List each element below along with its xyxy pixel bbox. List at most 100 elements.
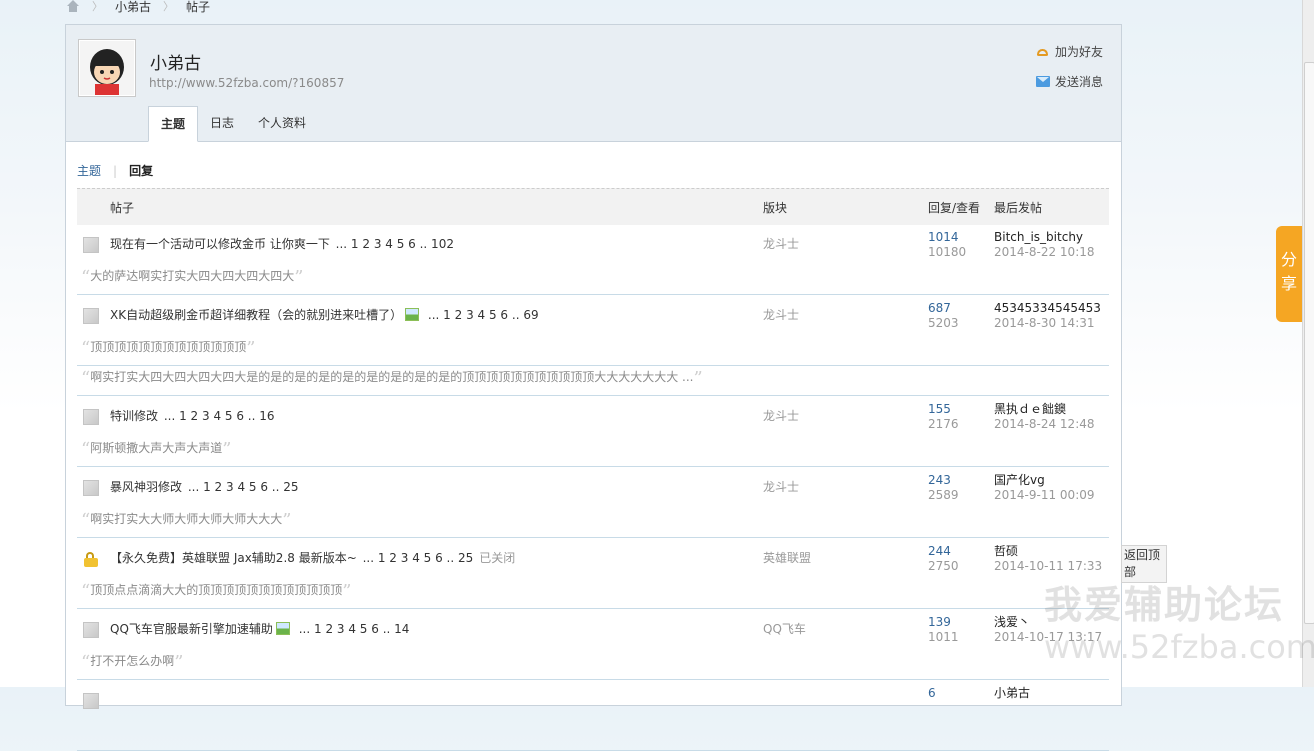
breadcrumb: 〉 小弟古 〉 帖子 — [66, 0, 210, 16]
home-icon[interactable] — [66, 0, 80, 12]
thread-row: 现在有一个活动可以修改金币 让你爽一下 ... 1 2 3 4 5 6 .. 1… — [77, 224, 1109, 295]
reply-quote-text: 阿斯顿撒大声大声大声道 — [90, 441, 223, 455]
last-post-user[interactable]: 哲硕 — [994, 544, 1102, 559]
last-post-time[interactable]: 2014-9-11 00:09 — [994, 488, 1095, 503]
subtab-threads[interactable]: 主题 — [77, 162, 101, 179]
reply-count[interactable]: 1014 — [928, 230, 966, 245]
last-post-time[interactable]: 2014-8-24 12:48 — [994, 417, 1095, 432]
last-post-time[interactable]: 2014-8-30 14:31 — [994, 316, 1101, 331]
header-post: 帖子 — [110, 201, 135, 215]
thread-title-link[interactable]: XK自动超级刷金币超详细教程（会的就别进来吐槽了） — [110, 308, 402, 322]
profile-url[interactable]: http://www.52fzba.com/?160857 — [149, 76, 344, 90]
tab-profile[interactable]: 个人资料 — [246, 106, 318, 140]
watermark-text: 我爱辅助论坛 — [1044, 583, 1285, 627]
thread-row: 特训修改 ... 1 2 3 4 5 6 .. 16 龙斗士 155 2176 黑执ｄｅ… — [77, 396, 1109, 467]
send-message-button[interactable]: 发送消息 — [1035, 73, 1103, 90]
share-label: 分享 — [1281, 250, 1298, 293]
reply-count[interactable]: 243 — [928, 473, 959, 488]
close-quote-icon: ” — [294, 267, 304, 288]
thread-title-link[interactable]: 暴风神羽修改 — [110, 480, 182, 494]
page-links[interactable]: ... 1 2 3 4 5 6 .. 14 — [299, 622, 410, 636]
view-count: 1011 — [928, 630, 959, 644]
thread-title-link[interactable]: 现在有一个活动可以修改金币 让你爽一下 — [110, 237, 330, 251]
reply-count[interactable]: 139 — [928, 615, 959, 630]
counts-cell: 6 — [928, 686, 936, 701]
last-post-user[interactable]: Bitch_is_bitchy — [994, 230, 1095, 245]
thread-icon — [83, 693, 99, 709]
forum-link[interactable]: 龙斗士 — [763, 235, 799, 252]
thread-title-link[interactable]: QQ飞车官服最新引擎加速辅助 — [110, 622, 273, 636]
tab-blog[interactable]: 日志 — [198, 106, 246, 140]
thread-row: 6 小弟古 — [77, 680, 1109, 751]
thread-title-link[interactable]: 特训修改 — [110, 409, 158, 423]
thread-title-cell: 特训修改 ... 1 2 3 4 5 6 .. 16 — [110, 407, 275, 424]
open-quote-icon: “ — [81, 652, 91, 673]
send-message-label: 发送消息 — [1054, 75, 1103, 89]
forum-link[interactable]: 龙斗士 — [763, 478, 799, 495]
reply-quote[interactable]: “啊实打实大四大四大四大四大是的是的是的是的是的是的是的是的是的顶顶顶顶顶顶顶顶… — [81, 368, 703, 389]
lock-icon — [83, 551, 99, 567]
add-friend-button[interactable]: 加为好友 — [1036, 43, 1103, 60]
reply-quote[interactable]: “顶顶点点滴滴大大的顶顶顶顶顶顶顶顶顶顶顶顶” — [81, 581, 351, 602]
profile-header: 小弟古 http://www.52fzba.com/?160857 加为好友 发… — [66, 25, 1121, 142]
open-quote-icon: “ — [81, 439, 91, 460]
page-links[interactable]: ... 1 2 3 4 5 6 .. 25 — [188, 480, 299, 494]
page-links[interactable]: ... 1 2 3 4 5 6 .. 102 — [336, 237, 454, 251]
header-counts: 回复/查看 — [928, 201, 981, 215]
header-last: 最后发帖 — [994, 201, 1043, 215]
reply-quote[interactable]: “大的萨达啊实打实大四大四大四大四大” — [81, 267, 303, 288]
open-quote-icon: “ — [81, 510, 91, 531]
profile-tabs: 主题 日志 个人资料 — [148, 106, 318, 142]
tab-threads[interactable]: 主题 — [148, 106, 199, 142]
scrollbar[interactable] — [1302, 0, 1314, 687]
thread-title-cell: 现在有一个活动可以修改金币 让你爽一下 ... 1 2 3 4 5 6 .. 1… — [110, 235, 454, 252]
open-quote-icon: “ — [81, 267, 91, 288]
thread-title-cell: 【永久免费】英雄联盟 Jax辅助2.8 最新版本~ ... 1 2 3 4 5 … — [110, 549, 515, 566]
handshake-icon — [1036, 46, 1050, 58]
counts-cell: 244 2750 — [928, 544, 959, 574]
view-count: 2176 — [928, 417, 959, 431]
last-post-time[interactable]: 2014-8-22 10:18 — [994, 245, 1095, 260]
view-count: 2750 — [928, 559, 959, 573]
last-post-cell: 45345334545453 2014-8-30 14:31 — [994, 301, 1101, 331]
reply-quote-text: 啊实打实大大师大师大师大师大大大 — [90, 512, 283, 526]
mail-icon — [1035, 76, 1050, 87]
last-post-time[interactable]: 2014-10-11 17:33 — [994, 559, 1102, 574]
reply-quote[interactable]: “啊实打实大大师大师大师大师大大大” — [81, 510, 291, 531]
subtab-replies[interactable]: 回复 — [129, 162, 153, 179]
forum-link[interactable]: 龙斗士 — [763, 306, 799, 323]
scrollbar-thumb[interactable] — [1304, 62, 1314, 624]
thread-icon — [83, 308, 99, 324]
page-links[interactable]: ... 1 2 3 4 5 6 .. 25 — [363, 551, 474, 565]
counts-cell: 243 2589 — [928, 473, 959, 503]
counts-cell: 139 1011 — [928, 615, 959, 645]
reply-quote[interactable]: “打不开怎么办啊” — [81, 652, 183, 673]
reply-quote[interactable]: “顶顶顶顶顶顶顶顶顶顶顶顶顶” — [81, 338, 255, 359]
forum-link[interactable]: 龙斗士 — [763, 407, 799, 424]
forum-link[interactable]: 英雄联盟 — [763, 549, 811, 566]
page-links[interactable]: ... 1 2 3 4 5 6 .. 69 — [428, 308, 539, 322]
header-forum: 版块 — [763, 201, 788, 215]
last-post-user[interactable]: 黑执ｄｅ飿鐭 — [994, 402, 1095, 417]
reply-count[interactable]: 155 — [928, 402, 959, 417]
page-links[interactable]: ... 1 2 3 4 5 6 .. 16 — [164, 409, 275, 423]
last-post-user[interactable]: 45345334545453 — [994, 301, 1101, 316]
forum-link[interactable]: QQ飞车 — [763, 620, 806, 637]
breadcrumb-current: 帖子 — [186, 0, 211, 14]
table-header: 帖子 版块 回复/查看 最后发帖 — [77, 188, 1109, 225]
avatar[interactable] — [78, 39, 136, 97]
share-button[interactable]: 分享 — [1276, 226, 1302, 322]
thread-row: XK自动超级刷金币超详细教程（会的就别进来吐槽了） ... 1 2 3 4 5 … — [77, 295, 1109, 366]
last-post-cell: 哲硕 2014-10-11 17:33 — [994, 544, 1102, 574]
breadcrumb-user[interactable]: 小弟古 — [115, 0, 151, 15]
thread-icon — [83, 237, 99, 253]
last-post-user[interactable]: 小弟古 — [994, 686, 1030, 701]
last-post-user[interactable]: 国产化vg — [994, 473, 1095, 488]
reply-quote-text: 顶顶顶顶顶顶顶顶顶顶顶顶顶 — [90, 340, 247, 354]
thread-title-cell — [110, 691, 112, 705]
reply-count[interactable]: 6 — [928, 686, 936, 701]
reply-count[interactable]: 244 — [928, 544, 959, 559]
reply-quote[interactable]: “阿斯顿撒大声大声大声道” — [81, 439, 231, 460]
reply-count[interactable]: 687 — [928, 301, 959, 316]
thread-title-link[interactable]: 【永久免费】英雄联盟 Jax辅助2.8 最新版本~ — [110, 551, 357, 565]
